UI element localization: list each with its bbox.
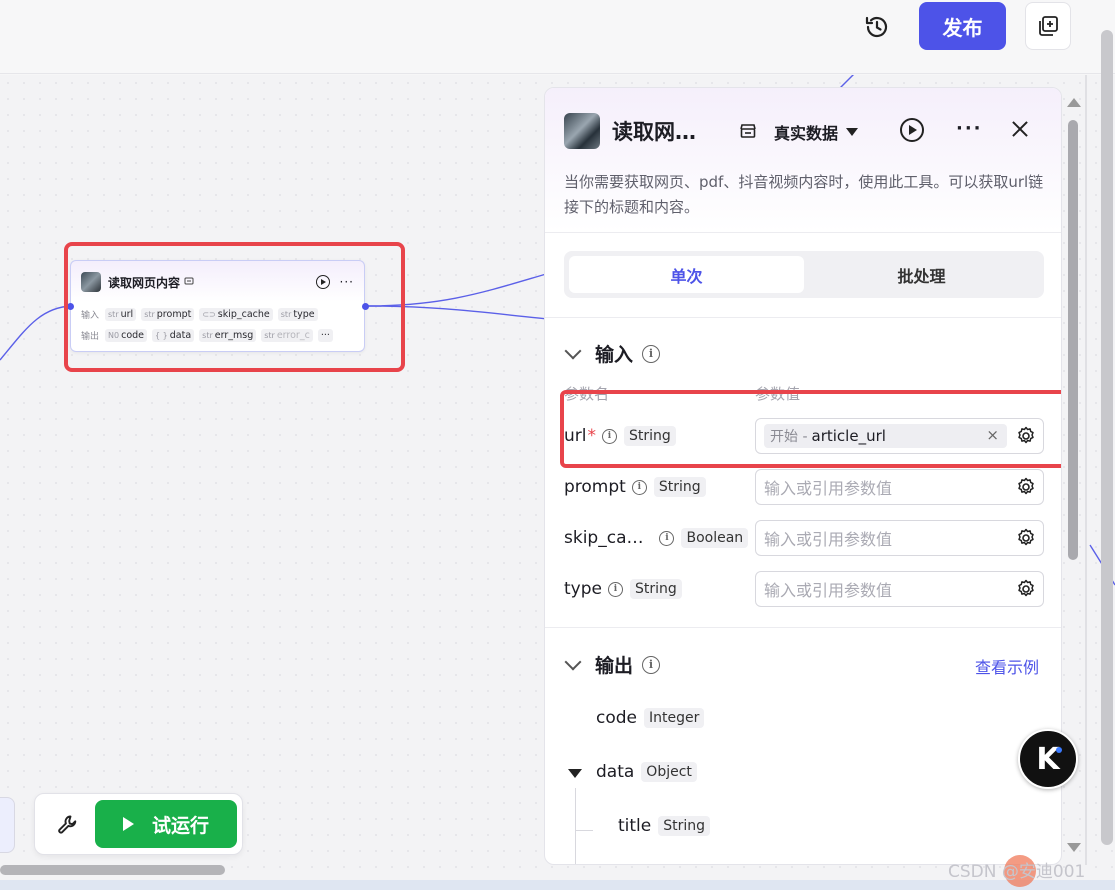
wrench-icon[interactable] xyxy=(56,813,80,837)
data-mode-select[interactable]: 真实数据 xyxy=(774,120,859,144)
type-tag: Integer xyxy=(644,708,705,728)
assistant-float-button[interactable]: K xyxy=(1018,729,1078,789)
page-scrollbar[interactable] xyxy=(1101,30,1113,845)
node-config-panel: 读取网… 真实数据 ··· 当你需要获取网页、pdf、抖音视频内容时，使用此工具… xyxy=(544,87,1062,865)
chevron-down-icon[interactable] xyxy=(564,653,582,670)
tab-batch[interactable]: 批处理 xyxy=(804,256,1039,293)
play-icon xyxy=(122,817,134,831)
zoom-control[interactable] xyxy=(0,797,15,853)
trial-run-button[interactable]: 试运行 xyxy=(95,800,237,848)
param-type: type i String xyxy=(564,571,682,607)
info-icon[interactable]: i xyxy=(642,344,661,363)
gear-icon[interactable] xyxy=(1016,528,1036,548)
prompt-value-field[interactable]: 输入或引用参数值 xyxy=(755,469,1044,505)
type-value-field[interactable]: 输入或引用参数值 xyxy=(755,571,1044,607)
scroll-up-arrow-icon[interactable] xyxy=(1067,98,1081,107)
gear-icon[interactable] xyxy=(1016,579,1036,599)
output-item-title: title String xyxy=(618,816,711,836)
output-item-code: code Integer xyxy=(596,708,705,728)
badge-dot xyxy=(1056,747,1062,753)
param-skip-cache: skip_ca… i Boolean xyxy=(564,520,749,556)
caret-down-icon[interactable] xyxy=(568,769,582,778)
publish-button[interactable]: 发布 xyxy=(919,2,1006,50)
history-icon[interactable] xyxy=(858,8,896,46)
chevron-down-icon[interactable] xyxy=(564,342,582,359)
store-icon xyxy=(737,120,759,142)
plugin-avatar xyxy=(564,113,600,149)
url-highlight-box xyxy=(560,390,1061,468)
scroll-down-arrow-icon[interactable] xyxy=(1067,843,1081,852)
duplicate-icon[interactable] xyxy=(1025,2,1071,50)
run-mode-tabs: 单次 批处理 xyxy=(564,251,1044,298)
skip-cache-value-field[interactable]: 输入或引用参数值 xyxy=(755,520,1044,556)
gear-icon[interactable] xyxy=(1016,477,1036,497)
caret-down-icon xyxy=(846,128,859,136)
bottom-toolbar: 试运行 xyxy=(34,793,243,855)
info-icon[interactable]: i xyxy=(659,530,675,546)
tree-line xyxy=(575,830,593,831)
input-section-header[interactable]: 输入 i xyxy=(564,340,661,367)
panel-header: 读取网… 真实数据 ··· 当你需要获取网页、pdf、抖音视频内容时，使用此工具… xyxy=(545,88,1061,233)
info-icon[interactable]: i xyxy=(631,479,647,495)
divider xyxy=(545,317,1061,318)
output-item-data: data Object xyxy=(596,762,697,782)
output-section-header[interactable]: 输出 i xyxy=(564,651,661,678)
info-icon[interactable]: i xyxy=(642,655,661,674)
horizontal-scrollbar[interactable] xyxy=(0,865,225,875)
divider xyxy=(545,627,1061,628)
param-prompt: prompt i String xyxy=(564,469,706,505)
close-icon[interactable] xyxy=(1009,118,1031,140)
type-tag: String xyxy=(629,579,682,599)
run-icon[interactable] xyxy=(900,118,924,142)
watermark-text: CSDN @安迪001 xyxy=(948,862,1086,882)
type-tag: String xyxy=(653,477,706,497)
see-example-link[interactable]: 查看示例 xyxy=(975,654,1039,678)
top-bar: 发布 xyxy=(0,0,1115,74)
more-icon[interactable]: ··· xyxy=(956,118,983,139)
scroll-rail xyxy=(1085,75,1087,865)
tab-single[interactable]: 单次 xyxy=(569,256,804,293)
info-icon[interactable]: i xyxy=(607,581,623,597)
panel-scrollbar-thumb[interactable] xyxy=(1068,120,1078,560)
type-tag: Boolean xyxy=(681,528,749,548)
type-tag: Object xyxy=(641,762,697,782)
tree-line xyxy=(575,788,576,864)
plugin-description: 当你需要获取网页、pdf、抖音视频内容时，使用此工具。可以获取url链接下的标题… xyxy=(564,173,1044,216)
node-highlight-box xyxy=(64,242,405,372)
type-tag: String xyxy=(658,816,711,836)
panel-title[interactable]: 读取网… xyxy=(612,116,696,146)
